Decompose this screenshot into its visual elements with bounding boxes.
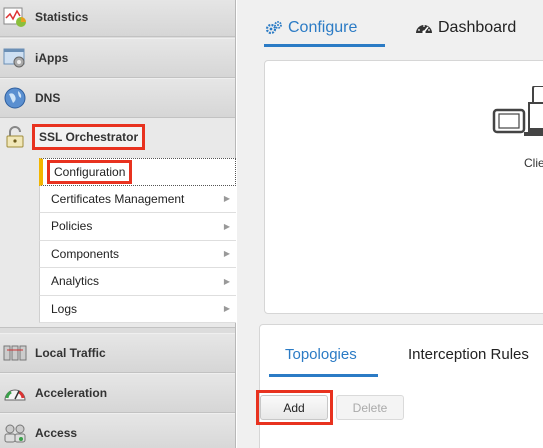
gears-icon	[265, 20, 283, 36]
submenu-item-policies[interactable]: Policies ▶	[39, 213, 236, 241]
sidebar: Statistics iApps DNS SSL Orchestrator Co…	[0, 0, 236, 448]
sidebar-item-access[interactable]: Access	[0, 413, 235, 448]
submenu-item-certificates-management[interactable]: Certificates Management ▶	[39, 185, 236, 213]
tab-dashboard[interactable]: Dashboard	[415, 16, 516, 40]
sidebar-item-local-traffic[interactable]: Local Traffic	[0, 333, 235, 373]
chevron-right-icon: ▶	[223, 194, 230, 204]
chevron-right-icon: ▶	[223, 276, 230, 286]
chevron-right-icon: ▶	[223, 221, 230, 231]
submenu-item-label: Policies	[51, 219, 93, 234]
padlock-icon	[2, 124, 28, 150]
sidebar-item-statistics[interactable]: Statistics	[0, 0, 235, 37]
access-icon	[2, 420, 28, 446]
tab-configure[interactable]: Configure	[265, 16, 357, 40]
submenu-item-configuration[interactable]: Configuration	[39, 158, 236, 186]
submenu-item-logs[interactable]: Logs ▶	[39, 295, 236, 323]
submenu-item-label: Components	[51, 246, 120, 261]
submenu-item-components[interactable]: Components ▶	[39, 240, 236, 268]
main-panel: Configure Dashboard Topologies Intercept…	[237, 0, 543, 448]
sidebar-item-ssl-orchestrator[interactable]: SSL Orchestrator	[0, 118, 235, 156]
tab-label: Configure	[288, 19, 358, 36]
sidebar-item-dns[interactable]: DNS	[0, 78, 235, 118]
ssl-submenu: Configuration Certificates Management ▶ …	[39, 158, 236, 323]
tab-label: Interception Rules	[408, 345, 529, 363]
globe-icon	[2, 85, 28, 111]
sidebar-item-acceleration[interactable]: Acceleration	[0, 373, 235, 413]
diagram-client-label: Clie	[524, 156, 543, 170]
gauge-icon	[2, 380, 28, 406]
sidebar-item-label: DNS	[35, 91, 61, 105]
active-tab-indicator	[269, 374, 378, 377]
tab-topologies[interactable]: Topologies	[285, 343, 357, 365]
submenu-item-label: Analytics	[51, 274, 100, 289]
sidebar-item-label: Acceleration	[35, 386, 108, 400]
submenu-item-label: Configuration	[47, 159, 133, 184]
active-tab-indicator	[264, 44, 385, 47]
chevron-right-icon: ▶	[223, 304, 230, 314]
sidebar-item-label: SSL Orchestrator	[32, 124, 146, 150]
statistics-icon	[2, 4, 28, 30]
chevron-right-icon: ▶	[223, 249, 230, 259]
sidebar-item-label: Access	[35, 426, 78, 440]
iapps-icon	[2, 45, 28, 71]
client-devices-icon	[492, 85, 543, 157]
dashboard-icon	[415, 20, 433, 36]
local-traffic-icon	[2, 340, 28, 366]
submenu-item-analytics[interactable]: Analytics ▶	[39, 268, 236, 296]
sidebar-item-label: Local Traffic	[35, 346, 106, 360]
delete-button[interactable]: Delete	[336, 395, 404, 420]
submenu-item-label: Logs	[51, 301, 78, 316]
sidebar-item-label: iApps	[35, 51, 69, 65]
sidebar-item-label: Statistics	[35, 10, 89, 24]
tab-interception-rules[interactable]: Interception Rules	[408, 343, 529, 365]
tab-label: Topologies	[285, 345, 357, 363]
ssl-orchestrator-section: SSL Orchestrator Configuration Certifica…	[0, 118, 236, 328]
tab-label: Dashboard	[438, 19, 517, 36]
add-button[interactable]: Add	[260, 395, 328, 420]
sidebar-item-iapps[interactable]: iApps	[0, 38, 235, 78]
submenu-item-label: Certificates Management	[51, 191, 185, 206]
